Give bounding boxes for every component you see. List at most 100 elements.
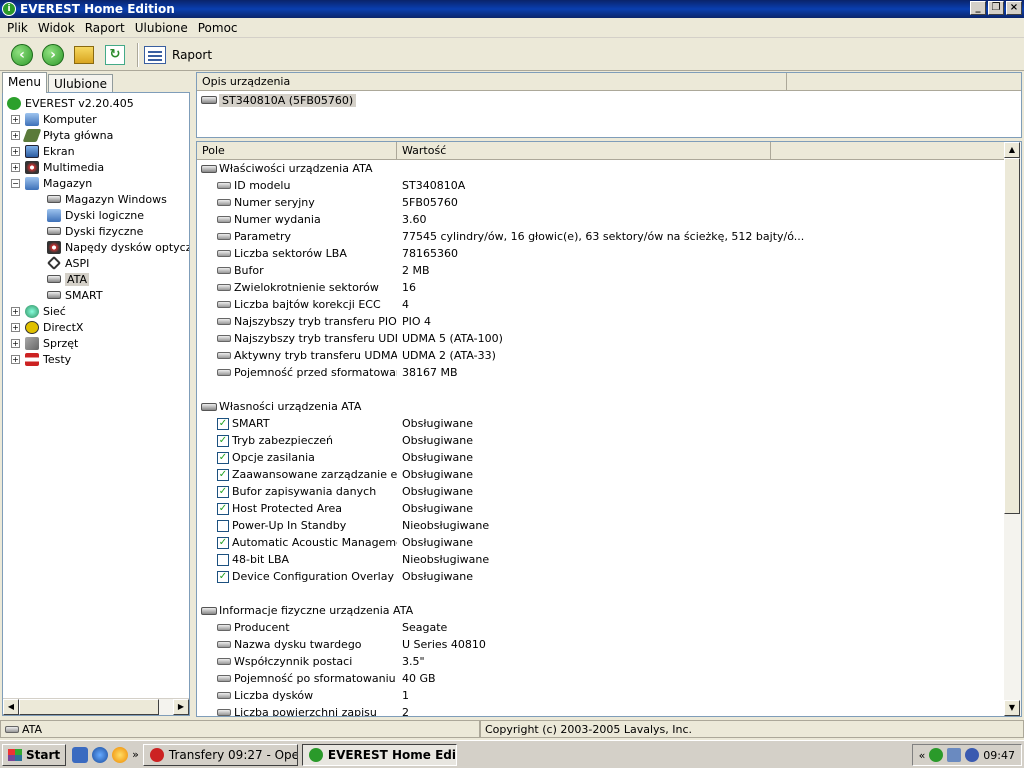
expand-icon[interactable]: + [11, 354, 20, 364]
property-row[interactable]: Pojemność po sformatowaniu 40 GB [197, 670, 1005, 687]
property-row[interactable]: Pojemność przed sformatowan... 38167 MB [197, 364, 1005, 381]
checkbox-icon[interactable] [217, 519, 229, 532]
properties-vertical-scrollbar[interactable]: ▲ ▼ [1004, 142, 1021, 716]
property-row[interactable]: Liczba bajtów korekcji ECC 4 [197, 296, 1005, 313]
feature-row[interactable]: ✓ Tryb zabezpieczeń Obsługiwane [197, 432, 1005, 449]
checkbox-icon[interactable]: ✓ [217, 536, 229, 549]
checkbox-icon[interactable] [217, 553, 229, 566]
scroll-right-icon[interactable]: ▶ [173, 699, 189, 715]
scroll-thumb[interactable] [19, 699, 159, 715]
feature-row[interactable]: 48-bit LBA Nieobsługiwane [197, 551, 1005, 568]
start-button[interactable]: Start [2, 743, 67, 766]
property-row[interactable]: Numer wydania 3.60 [197, 211, 1005, 228]
column-header-device[interactable]: Opis urządzenia [197, 73, 787, 90]
everest-tray-icon[interactable] [929, 748, 944, 762]
property-row[interactable]: Nazwa dysku twardego U Series 40810 [197, 636, 1005, 653]
tree-item-ata[interactable]: ATA [3, 271, 189, 287]
internet-explorer-icon[interactable] [92, 746, 109, 763]
property-row[interactable]: Liczba sektorów LBA 78165360 [197, 245, 1005, 262]
tree-item-directx[interactable]: + DirectX [3, 319, 189, 335]
tree-item-multimedia[interactable]: + Multimedia [3, 159, 189, 175]
close-button[interactable]: × [1006, 1, 1022, 15]
feature-row[interactable]: ✓ Automatic Acoustic Management Obsługiwan… [197, 534, 1005, 551]
up-button[interactable] [70, 41, 98, 69]
property-row[interactable]: Parametry 77545 cylindry/ów, 16 głowic(e)… [197, 228, 1005, 245]
report-button[interactable]: Raport [144, 45, 212, 64]
tab-menu[interactable]: Menu [2, 72, 47, 93]
expand-icon[interactable]: + [11, 130, 20, 140]
menu-ulubione[interactable]: Ulubione [130, 21, 193, 35]
tree-item-testy[interactable]: + Testy [3, 351, 189, 367]
menu-widok[interactable]: Widok [33, 21, 80, 35]
quicklaunch-more-icon[interactable]: » [132, 748, 139, 761]
feature-row[interactable]: ✓ Zaawansowane zarządzanie e... Obsługiwan… [197, 466, 1005, 483]
tree-item-dyski-logiczne[interactable]: Dyski logiczne [3, 207, 189, 223]
expand-icon[interactable]: + [11, 146, 20, 156]
expand-icon[interactable]: + [11, 162, 20, 172]
feature-row[interactable]: ✓ SMART Obsługiwane [197, 415, 1005, 432]
tree-item-aspi[interactable]: ASPI [3, 255, 189, 271]
feature-row[interactable]: ✓ Device Configuration Overlay Obsługiwane [197, 568, 1005, 585]
tree-root[interactable]: EVEREST v2.20.405 [3, 95, 189, 111]
collapse-icon[interactable]: − [11, 178, 20, 188]
property-row[interactable]: Producent Seagate [197, 619, 1005, 636]
expand-icon[interactable]: + [11, 114, 20, 124]
property-row[interactable]: Bufor 2 MB [197, 262, 1005, 279]
property-row[interactable]: Liczba powierzchni zapisu 2 [197, 704, 1005, 716]
scroll-thumb[interactable] [1004, 158, 1020, 514]
checkbox-icon[interactable]: ✓ [217, 451, 229, 464]
desktop-icon[interactable] [72, 746, 89, 763]
tree-item-magazyn[interactable]: − Magazyn [3, 175, 189, 191]
task-opera[interactable]: Transfery 09:27 - Opera [142, 743, 298, 766]
checkbox-icon[interactable]: ✓ [217, 434, 229, 447]
network-tray-icon[interactable] [947, 748, 962, 762]
feature-row[interactable]: ✓ Opcje zasilania Obsługiwane [197, 449, 1005, 466]
tray-collapse-icon[interactable]: « [919, 749, 926, 762]
property-row[interactable]: Najszybszy tryb transferu UDMA UDMA 5 (AT… [197, 330, 1005, 347]
property-row[interactable]: Aktywny tryb transferu UDMA UDMA 2 (ATA-3… [197, 347, 1005, 364]
tree-item-sprzet[interactable]: + Sprzęt [3, 335, 189, 351]
tree-item-ekran[interactable]: + Ekran [3, 143, 189, 159]
tab-ulubione[interactable]: Ulubione [47, 74, 113, 92]
expand-icon[interactable]: + [11, 338, 20, 348]
menu-pomoc[interactable]: Pomoc [193, 21, 243, 35]
task-everest[interactable]: EVEREST Home Edition [301, 743, 457, 766]
tree-item-smart[interactable]: SMART [3, 287, 189, 303]
property-row[interactable]: ID modelu ST340810A [197, 177, 1005, 194]
checkbox-icon[interactable]: ✓ [217, 502, 229, 515]
scroll-up-icon[interactable]: ▲ [1004, 142, 1020, 158]
expand-icon[interactable]: + [11, 322, 20, 332]
feature-row[interactable]: ✓ Bufor zapisywania danych Obsługiwane [197, 483, 1005, 500]
feature-row[interactable]: ✓ Host Protected Area Obsługiwane [197, 500, 1005, 517]
tree-item-dyski-fizyczne[interactable]: Dyski fizyczne [3, 223, 189, 239]
tree-item-napedy-optyczne[interactable]: Napędy dysków optycznych [3, 239, 189, 255]
refresh-button[interactable]: ↻ [101, 41, 129, 69]
scroll-left-icon[interactable]: ◀ [3, 699, 19, 715]
title-bar[interactable]: i EVEREST Home Edition _ ❐ × [0, 0, 1024, 18]
checkbox-icon[interactable]: ✓ [217, 485, 229, 498]
menu-plik[interactable]: Plik [2, 21, 33, 35]
feature-row[interactable]: Power-Up In Standby Nieobsługiwane [197, 517, 1005, 534]
back-button[interactable]: ‹ [8, 41, 36, 69]
media-player-icon[interactable] [112, 746, 129, 763]
column-header-value[interactable]: Wartość [397, 142, 771, 159]
restore-button[interactable]: ❐ [988, 1, 1004, 15]
property-row[interactable]: Współczynnik postaci 3.5" [197, 653, 1005, 670]
tree-item-plyta-glowna[interactable]: + Płyta główna [3, 127, 189, 143]
tree-item-komputer[interactable]: + Komputer [3, 111, 189, 127]
property-row[interactable]: Liczba dysków 1 [197, 687, 1005, 704]
device-row[interactable]: ST340810A (5FB05760) [197, 91, 1021, 109]
checkbox-icon[interactable]: ✓ [217, 570, 229, 583]
tree-item-siec[interactable]: + Sieć [3, 303, 189, 319]
minimize-button[interactable]: _ [970, 1, 986, 15]
checkbox-icon[interactable]: ✓ [217, 468, 229, 481]
property-row[interactable]: Numer seryjny 5FB05760 [197, 194, 1005, 211]
column-header-field[interactable]: Pole [197, 142, 397, 159]
scroll-down-icon[interactable]: ▼ [1004, 700, 1020, 716]
tree-item-magazyn-windows[interactable]: Magazyn Windows [3, 191, 189, 207]
expand-icon[interactable]: + [11, 306, 20, 316]
menu-raport[interactable]: Raport [80, 21, 130, 35]
forward-button[interactable]: › [39, 41, 67, 69]
info-tray-icon[interactable] [965, 748, 980, 762]
property-row[interactable]: Zwielokrotnienie sektorów 16 [197, 279, 1005, 296]
